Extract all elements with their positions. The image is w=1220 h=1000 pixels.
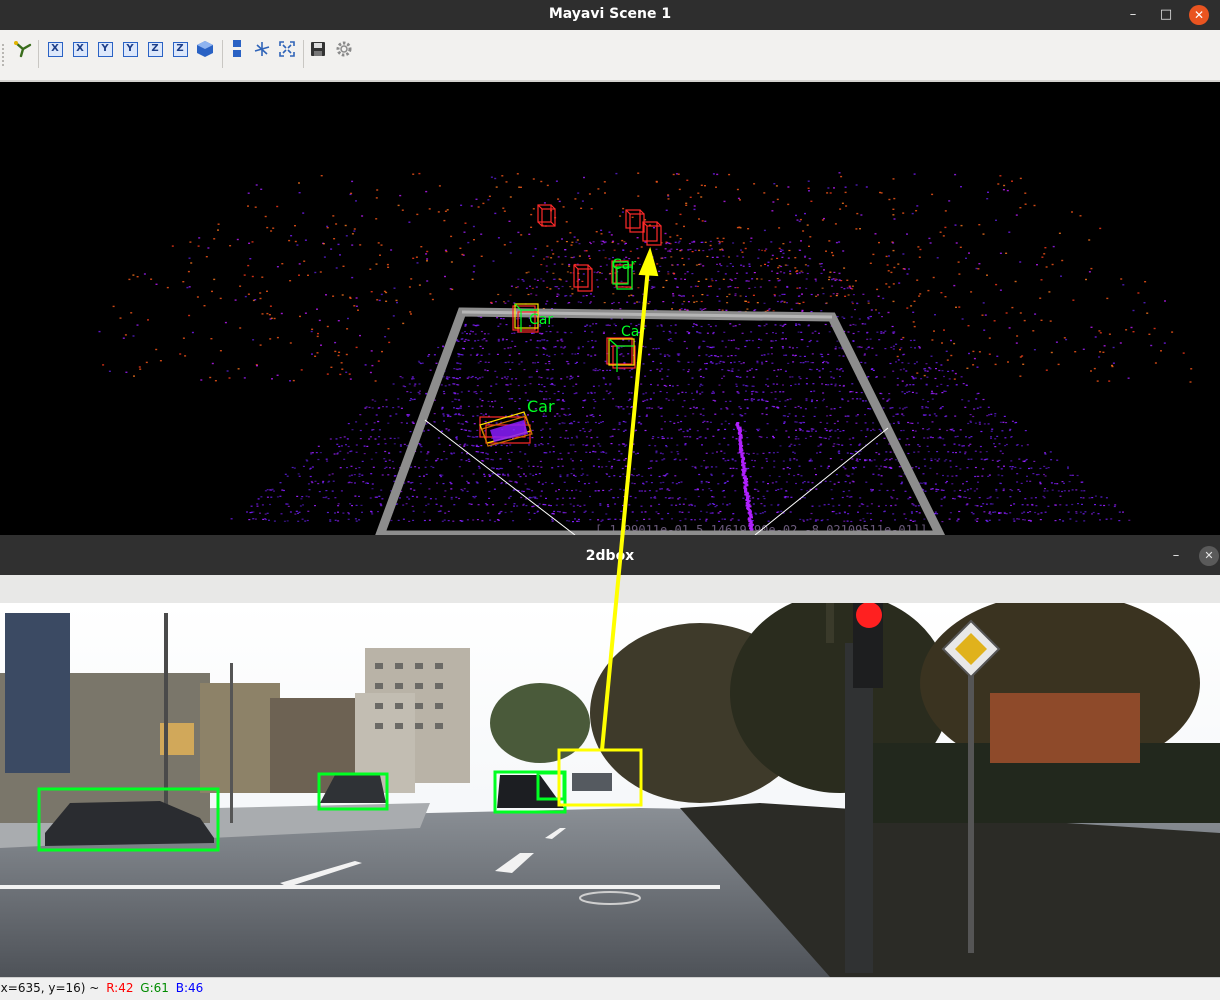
view-x-plus-icon[interactable]: X: [44, 38, 66, 60]
view-x-minus-icon[interactable]: X: [69, 38, 91, 60]
toolbar-separator: [303, 40, 304, 68]
view-y-minus-icon[interactable]: Y: [119, 38, 141, 60]
mayavi-titlebar[interactable]: Mayavi Scene 1 – □ ✕: [0, 0, 1220, 30]
toolbar-separator: [38, 40, 39, 68]
pred-box: [606, 337, 636, 369]
mayavi-window: Mayavi Scene 1 – □ ✕ X X Y Y Z Z [1.990…: [0, 0, 1220, 535]
pixel-green: G:61: [140, 981, 169, 995]
car-label: Car: [621, 324, 645, 340]
view-z-minus-icon[interactable]: Z: [169, 38, 191, 60]
view-y-plus-icon[interactable]: Y: [94, 38, 116, 60]
car-label: Car: [612, 257, 636, 273]
view-z-plus-icon[interactable]: Z: [144, 38, 166, 60]
toolbar-separator: [222, 40, 223, 68]
axes-toggle-icon[interactable]: [251, 38, 273, 60]
minimize-button[interactable]: –: [1166, 546, 1186, 566]
pipeline-icon[interactable]: [12, 38, 34, 60]
2dbox-window-title: 2dbox: [585, 548, 635, 564]
2dbox-titlebar[interactable]: 2dbox – ✕: [0, 535, 1220, 575]
car-label: Car: [529, 312, 553, 328]
toolbar-grip[interactable]: [2, 44, 8, 66]
pred-box: [625, 209, 645, 233]
parallel-projection-icon[interactable]: [226, 38, 248, 60]
mayavi-window-title: Mayavi Scene 1: [548, 6, 672, 22]
camera-image[interactable]: [0, 603, 1220, 977]
3d-scene-canvas[interactable]: [ 1.99011e-01 5.14619190e-02 -8.02109511…: [0, 82, 1220, 535]
save-icon[interactable]: [307, 38, 329, 60]
pred-box: [642, 221, 662, 246]
full-screen-icon[interactable]: [276, 38, 298, 60]
pixel-red: R:42: [106, 981, 134, 995]
2dbox-toolbar: [0, 575, 1220, 603]
status-bar: (x=635, y=16) ~ R:42 G:61 B:46: [0, 977, 1220, 1000]
close-button[interactable]: ✕: [1199, 546, 1219, 566]
3d-scene-render: [ 1.99011e-01 5.14619190e-02 -8.02109511…: [98, 172, 1193, 535]
pred-box: [573, 264, 593, 292]
minimize-button[interactable]: –: [1123, 5, 1143, 25]
close-button[interactable]: ✕: [1189, 5, 1209, 25]
isometric-view-icon[interactable]: [194, 38, 216, 60]
pred-box: [537, 204, 556, 227]
pixel-blue: B:46: [175, 981, 204, 995]
maximize-button[interactable]: □: [1156, 5, 1176, 25]
camera-image-render: [0, 603, 1220, 977]
point-cloud: [98, 172, 1193, 534]
pixel-coords: (x=635, y=16) ~: [0, 981, 100, 995]
2dbox-window: 2dbox – ✕ (x=635, y=16) ~ R:42 G:61 B:46: [0, 535, 1220, 1000]
ground-truth-3d-boxes: [479, 261, 635, 447]
car-label: Car: [527, 397, 555, 416]
settings-gear-icon[interactable]: [333, 38, 355, 60]
mayavi-toolbar: X X Y Y Z Z: [0, 30, 1220, 82]
